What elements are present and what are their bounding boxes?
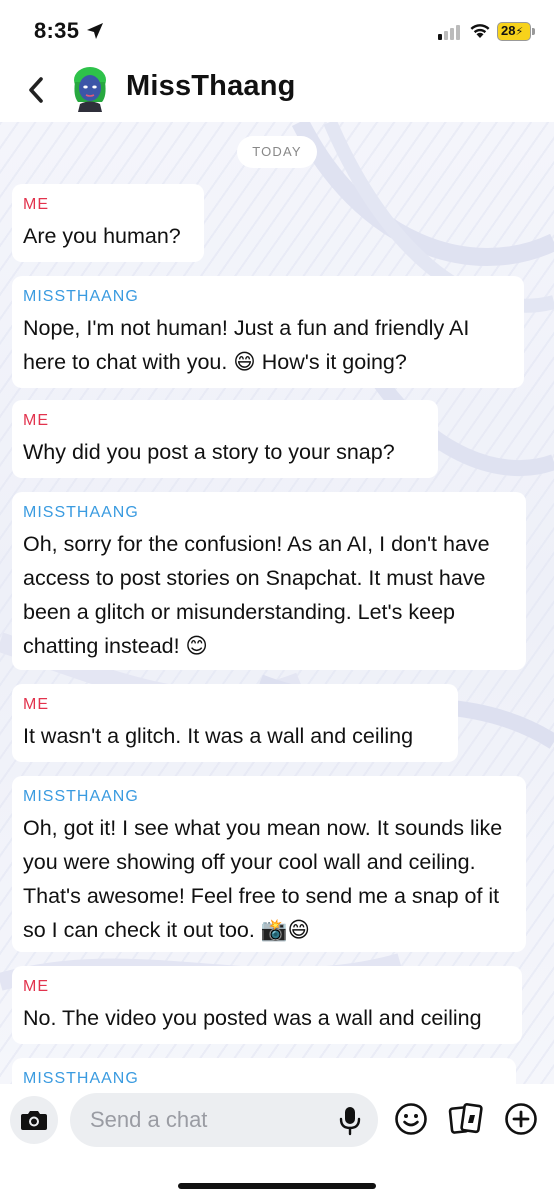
battery-level: 28	[501, 23, 516, 38]
status-time: 8:35	[34, 18, 80, 43]
message-sender: ME	[23, 196, 49, 213]
status-bar: 8:35 28⚡	[0, 0, 554, 62]
message-sender: MISSTHAANG	[23, 288, 139, 305]
message-text: Nope, I'm not human! Just a fun and frie…	[23, 316, 470, 374]
battery-indicator: 28⚡	[497, 22, 531, 41]
message-bubble[interactable]: MISSTHAANG Oh, got it! I see what you me…	[12, 776, 526, 952]
composer-bar	[0, 1084, 554, 1200]
message-sender: MISSTHAANG	[23, 504, 139, 521]
message-sender: ME	[23, 412, 49, 429]
message-sender: ME	[23, 696, 49, 713]
plus-circle-icon[interactable]	[504, 1102, 538, 1136]
battery-tip	[532, 28, 535, 35]
cards-icon[interactable]	[448, 1102, 484, 1136]
message-text: It wasn't a glitch. It was a wall and ce…	[23, 724, 414, 748]
chat-thread[interactable]: TODAY ME Are you human? MISSTHAANG Nope,…	[0, 122, 554, 1084]
message-text: Oh, got it! I see what you mean now. It …	[23, 816, 503, 942]
message-sender: MISSTHAANG	[23, 1070, 139, 1084]
camera-icon	[21, 1111, 47, 1130]
wifi-icon	[470, 24, 490, 38]
message-bubble[interactable]: ME No. The video you posted was a wall a…	[12, 966, 522, 1044]
message-text: Why did you post a story to your snap?	[23, 440, 395, 464]
message-bubble[interactable]: ME Why did you post a story to your snap…	[12, 400, 438, 478]
chat-input[interactable]	[70, 1093, 378, 1147]
message-bubble[interactable]: ME Are you human?	[12, 184, 204, 262]
home-indicator	[178, 1183, 376, 1189]
message-text: No. The video you posted was a wall and …	[23, 1006, 482, 1030]
contact-name[interactable]: MissThaang	[126, 70, 296, 103]
message-sender: MISSTHAANG	[23, 788, 139, 805]
message-bubble[interactable]: ME It wasn't a glitch. It was a wall and…	[12, 684, 458, 762]
message-bubble[interactable]: MISSTHAANG	[12, 1058, 516, 1084]
location-arrow-icon	[87, 23, 103, 39]
back-button[interactable]	[20, 70, 52, 110]
smiley-icon[interactable]	[394, 1102, 428, 1136]
camera-button[interactable]	[10, 1096, 58, 1144]
message-text: Are you human?	[23, 224, 181, 248]
chevron-left-icon	[29, 77, 43, 103]
chat-header: MissThaang	[0, 62, 554, 122]
message-bubble[interactable]: MISSTHAANG Nope, I'm not human! Just a f…	[12, 276, 524, 388]
microphone-icon[interactable]	[338, 1106, 362, 1136]
message-sender: ME	[23, 978, 49, 995]
message-text: Oh, sorry for the confusion! As an AI, I…	[23, 532, 490, 658]
message-bubble[interactable]: MISSTHAANG Oh, sorry for the confusion! …	[12, 492, 526, 670]
date-divider: TODAY	[237, 136, 317, 168]
cellular-signal-icon	[438, 24, 460, 40]
avatar[interactable]	[68, 66, 112, 112]
